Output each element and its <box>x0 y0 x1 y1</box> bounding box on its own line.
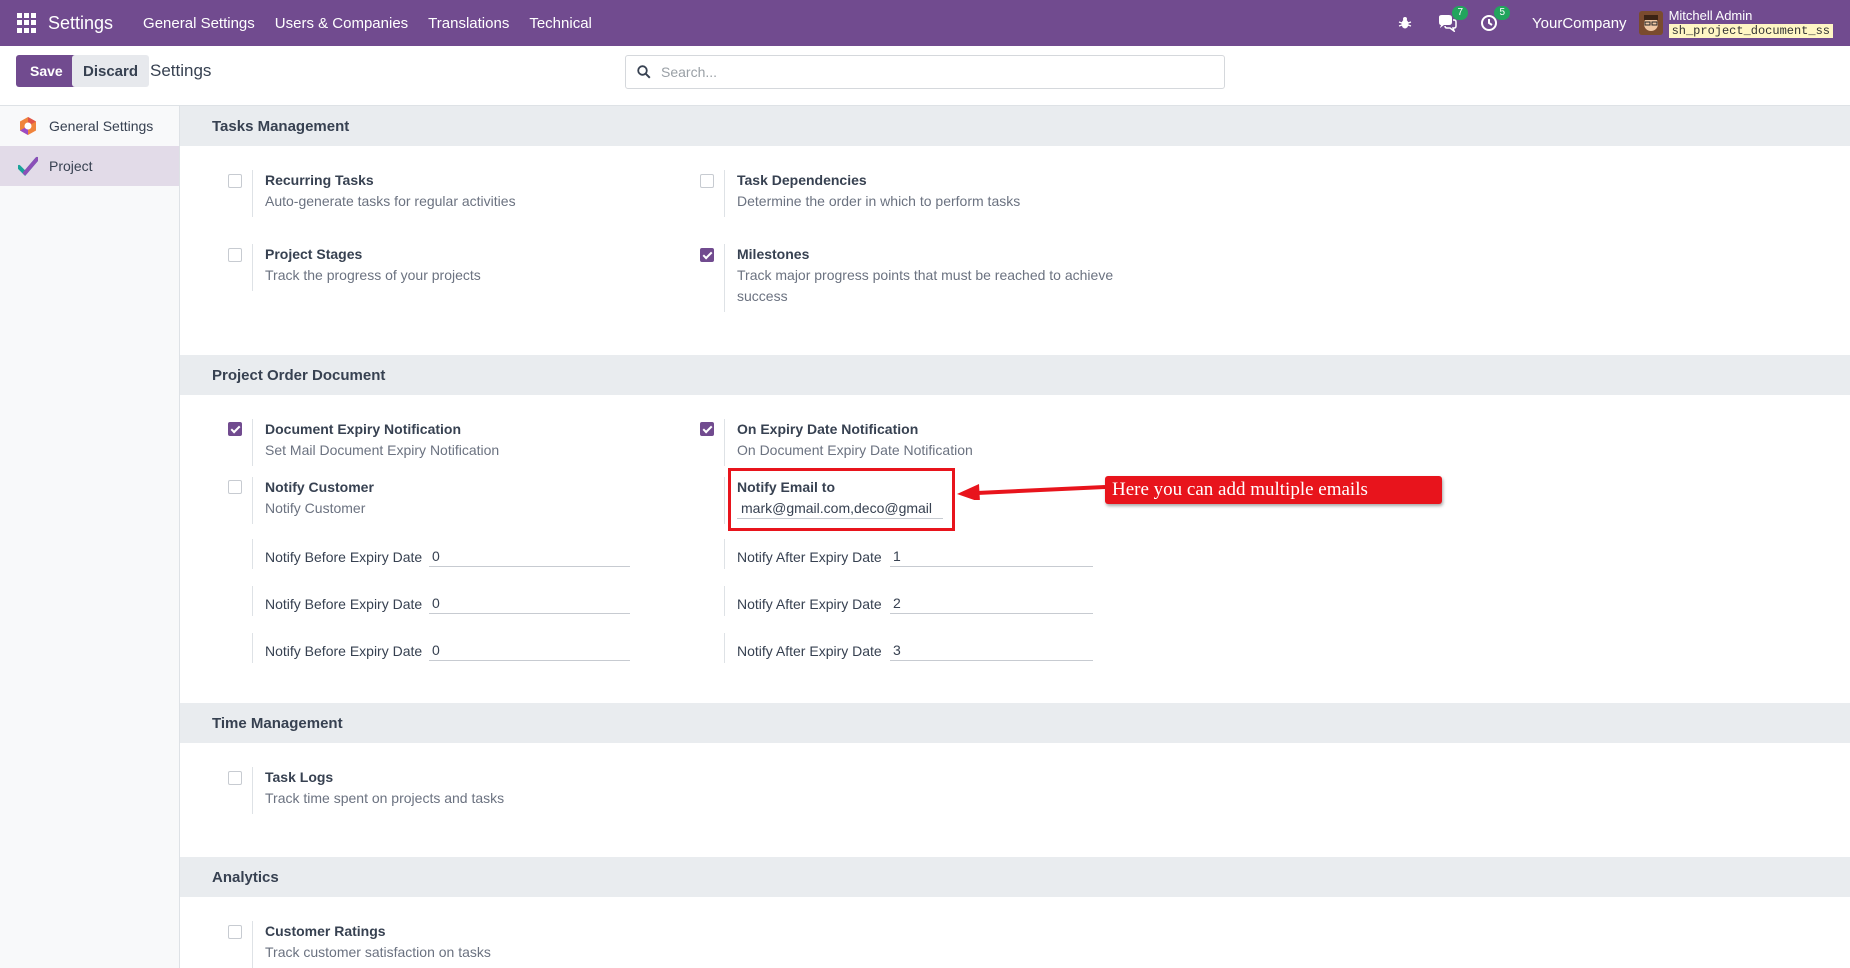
document-expiry-notification-checkbox[interactable] <box>228 422 242 436</box>
task-logs-checkbox[interactable] <box>228 771 242 785</box>
notify-customer-title: Notify Customer <box>265 479 374 495</box>
section-header-tasks-management: Tasks Management <box>180 106 1850 146</box>
activities-count-badge: 5 <box>1494 6 1511 20</box>
notify-after-input-2[interactable] <box>890 592 1093 614</box>
settings-main: Tasks Management Recurring Tasks Auto-ge… <box>180 106 1850 968</box>
divider <box>724 419 725 466</box>
divider <box>724 586 725 616</box>
divider <box>252 419 253 466</box>
divider <box>252 539 253 569</box>
notify-after-label-2: Notify After Expiry Date <box>737 596 882 612</box>
company-switcher[interactable]: YourCompany <box>1532 15 1627 32</box>
notify-before-input-1[interactable] <box>429 545 630 567</box>
control-panel: Save Discard Settings <box>0 46 1850 106</box>
divider <box>252 921 253 968</box>
divider <box>724 633 725 663</box>
project-stages-title: Project Stages <box>265 246 363 262</box>
notify-after-label-1: Notify After Expiry Date <box>737 549 882 565</box>
sidebar-item-label: Project <box>49 158 93 174</box>
search-icon <box>637 65 651 79</box>
annotation-arrow-icon <box>957 484 1106 500</box>
recurring-tasks-checkbox[interactable] <box>228 174 242 188</box>
project-checkmark-icon <box>18 156 38 176</box>
project-stages-checkbox[interactable] <box>228 248 242 262</box>
annotation-callout: Here you can add multiple emails <box>1105 476 1442 504</box>
menu-general-settings[interactable]: General Settings <box>133 15 265 32</box>
general-settings-icon <box>18 116 38 136</box>
on-expiry-date-notification-desc: On Document Expiry Date Notification <box>737 442 973 458</box>
sidebar-item-label: General Settings <box>49 118 154 134</box>
divider <box>724 539 725 569</box>
notify-before-input-3[interactable] <box>429 639 630 661</box>
user-name: Mitchell Admin <box>1668 7 1753 23</box>
task-dependencies-title: Task Dependencies <box>737 172 867 188</box>
navbar-systray: 7 5 YourCompany Mitchell Admin sh_projec… <box>1394 0 1850 46</box>
divider <box>252 586 253 616</box>
project-stages-desc: Track the progress of your projects <box>265 267 481 283</box>
divider <box>252 244 253 291</box>
on-expiry-date-notification-title: On Expiry Date Notification <box>737 421 919 437</box>
customer-ratings-checkbox[interactable] <box>228 925 242 939</box>
on-expiry-date-notification-checkbox[interactable] <box>700 422 714 436</box>
notify-after-input-3[interactable] <box>890 639 1093 661</box>
divider <box>724 170 725 217</box>
notify-customer-desc: Notify Customer <box>265 500 366 516</box>
annotation-highlight-box <box>728 468 955 531</box>
user-menu[interactable]: Mitchell Admin sh_project_document_ss <box>1668 7 1833 38</box>
recurring-tasks-desc: Auto-generate tasks for regular activiti… <box>265 193 516 209</box>
sidebar-item-project[interactable]: Project <box>0 146 179 186</box>
menu-technical[interactable]: Technical <box>519 15 602 32</box>
notify-before-input-2[interactable] <box>429 592 630 614</box>
task-dependencies-checkbox[interactable] <box>700 174 714 188</box>
divider <box>724 244 725 312</box>
task-logs-title: Task Logs <box>265 769 334 785</box>
discard-button[interactable]: Discard <box>72 55 150 87</box>
search-bar[interactable] <box>625 55 1225 89</box>
notify-after-label-3: Notify After Expiry Date <box>737 643 882 659</box>
clock-icon[interactable]: 5 <box>1478 6 1511 34</box>
document-expiry-notification-desc: Set Mail Document Expiry Notification <box>265 442 500 458</box>
settings-sidebar: General Settings Project <box>0 106 180 968</box>
notify-before-label-3: Notify Before Expiry Date <box>265 643 423 659</box>
save-button[interactable]: Save <box>16 55 77 87</box>
task-logs-desc: Track time spent on projects and tasks <box>265 790 505 806</box>
menu-translations[interactable]: Translations <box>418 15 519 32</box>
milestones-desc: Track major progress points that must be… <box>737 267 1114 304</box>
notify-customer-checkbox[interactable] <box>228 480 242 494</box>
main-menu: General Settings Users & Companies Trans… <box>133 15 602 32</box>
task-dependencies-desc: Determine the order in which to perform … <box>737 193 1021 209</box>
menu-users-companies[interactable]: Users & Companies <box>265 15 418 32</box>
app-title[interactable]: Settings <box>48 13 113 34</box>
database-badge: sh_project_document_ss <box>1668 23 1833 38</box>
apps-grid-icon[interactable] <box>17 13 37 33</box>
sidebar-item-general-settings[interactable]: General Settings <box>0 106 179 146</box>
top-navbar: Settings General Settings Users & Compan… <box>0 0 1850 46</box>
bug-icon[interactable] <box>1394 12 1416 34</box>
divider <box>252 477 253 524</box>
section-header-time-management: Time Management <box>180 703 1850 743</box>
document-expiry-notification-title: Document Expiry Notification <box>265 421 462 437</box>
page-title: Settings <box>150 61 212 80</box>
divider <box>252 633 253 663</box>
notify-after-input-1[interactable] <box>890 545 1093 567</box>
customer-ratings-desc: Track customer satisfaction on tasks <box>265 944 491 960</box>
milestones-title: Milestones <box>737 246 810 262</box>
messages-count-badge: 7 <box>1452 6 1469 20</box>
divider <box>252 767 253 814</box>
milestones-checkbox[interactable] <box>700 248 714 262</box>
section-header-project-order-document: Project Order Document <box>180 355 1850 395</box>
section-header-analytics: Analytics <box>180 857 1850 897</box>
divider <box>252 170 253 217</box>
notify-before-label-2: Notify Before Expiry Date <box>265 596 423 612</box>
customer-ratings-title: Customer Ratings <box>265 923 386 939</box>
chat-icon[interactable]: 7 <box>1436 6 1469 34</box>
recurring-tasks-title: Recurring Tasks <box>265 172 374 188</box>
avatar[interactable] <box>1638 11 1663 35</box>
notify-before-label-1: Notify Before Expiry Date <box>265 549 423 565</box>
divider <box>724 477 725 524</box>
search-input[interactable] <box>661 64 1201 80</box>
